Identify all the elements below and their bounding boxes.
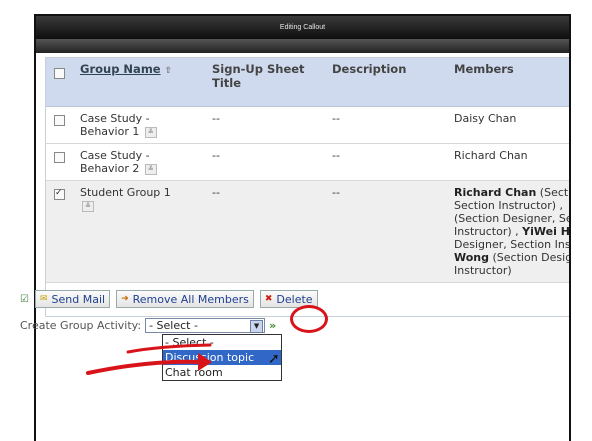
annotation-arrow xyxy=(86,343,212,375)
